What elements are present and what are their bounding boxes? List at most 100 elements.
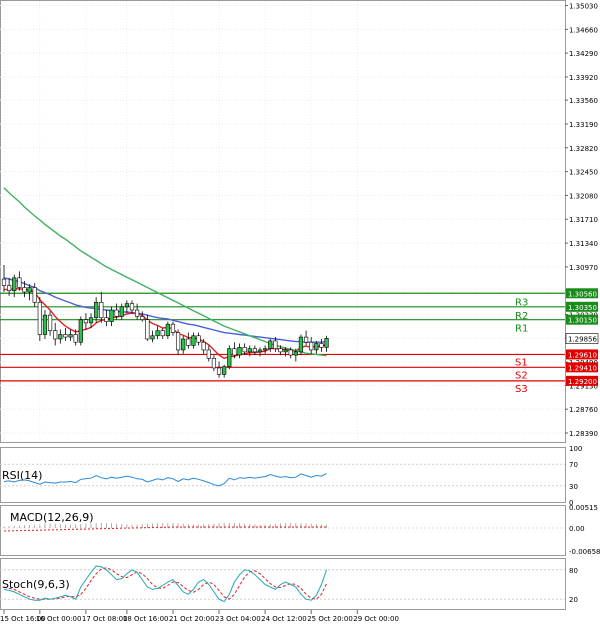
level-name-s3: S3 (515, 384, 528, 395)
candle-body (99, 301, 104, 319)
candle-body (73, 334, 78, 343)
candle-body (263, 348, 268, 351)
candle-body (216, 367, 222, 375)
candle-body (206, 349, 211, 359)
chart-canvas: 1.35030 1.34660 1.34290 1.33920 1.33560 1.331… (0, 0, 600, 623)
candle-body (186, 338, 191, 346)
candle-body (257, 349, 263, 353)
candle-body (22, 287, 27, 293)
macd-title: MACD(12,26,9) (10, 511, 94, 524)
macd-axis: 0.00515 0.00 -0.006584 (569, 504, 600, 556)
candle-body (247, 348, 252, 353)
price-tick-label: 1.33560 (569, 97, 598, 105)
candle-body (165, 323, 170, 337)
level-price-label: 1.29610 (568, 351, 597, 359)
candle-body (293, 351, 298, 356)
stoch-tick-label: 20 (569, 596, 578, 604)
macd-tick-label: 0.00515 (569, 504, 598, 512)
current-price-label: 1.29856 (568, 336, 597, 344)
candle-body (278, 348, 283, 353)
candle-body (160, 330, 165, 337)
rsi-tick-label: 100 (569, 445, 582, 453)
candle-body (237, 347, 242, 356)
candle-body (268, 340, 273, 349)
rsi-axis: 10070300 (569, 445, 582, 507)
candle-body (150, 335, 155, 340)
candle (37, 297, 42, 341)
candle-body (288, 349, 293, 356)
candle-body (191, 335, 196, 346)
candle (78, 316, 83, 346)
candle (227, 345, 232, 370)
candle-body (222, 366, 227, 375)
price-tick-label: 1.28760 (569, 406, 598, 414)
candle-body (12, 277, 17, 292)
candle-body (27, 287, 32, 293)
price-tick-label: 1.32450 (569, 169, 598, 177)
time-tick-label: 24 Oct 12:00 (261, 615, 307, 623)
candle-body (196, 335, 201, 343)
price-tick-label: 1.34660 (569, 26, 598, 34)
level-price-label: 1.29410 (568, 364, 597, 372)
candle-body (17, 277, 22, 288)
candle-body (232, 348, 237, 356)
price-tick-label: 1.33920 (569, 74, 598, 82)
candle-body (53, 330, 58, 340)
candle-body (129, 303, 135, 311)
level-name-r2: R2 (515, 311, 528, 322)
price-tick-label: 1.33190 (569, 121, 598, 129)
candle-body (68, 334, 73, 338)
candle-body (324, 338, 329, 348)
candle-body (319, 343, 324, 348)
rsi-panel (0, 447, 566, 503)
price-axis: 1.35030 1.34660 1.34290 1.33920 1.33560 1.331… (565, 3, 598, 438)
time-tick-label: 23 Oct 04:00 (215, 615, 261, 623)
candle-body (211, 358, 217, 369)
level-price-label: 1.29200 (568, 378, 597, 386)
candle-body (309, 341, 314, 351)
candle-body (181, 338, 186, 351)
price-tick-label: 1.30970 (569, 264, 598, 272)
level-price-label: 1.30150 (568, 317, 597, 325)
rsi-tick-label: 70 (569, 461, 578, 469)
candle-body (1, 278, 7, 286)
level-name-s2: S2 (515, 370, 528, 381)
macd-tick-label: 0.00 (569, 525, 585, 533)
price-tick-label: 1.35030 (569, 3, 598, 11)
candle-body (252, 348, 257, 353)
time-tick-label: 18 Oct 16:00 (123, 615, 169, 623)
candle (298, 334, 304, 356)
candle-body (32, 287, 37, 303)
level-price-label: 1.30560 (568, 290, 597, 298)
candle-body (298, 336, 304, 353)
time-tick-label: 21 Oct 20:00 (169, 615, 215, 623)
candle-body (124, 303, 129, 308)
candle-body (201, 341, 206, 351)
price-tick-label: 1.32080 (569, 192, 598, 200)
stoch-tick-label: 80 (569, 567, 578, 575)
stoch-panel (0, 558, 566, 610)
candle-body (94, 301, 99, 319)
level-name-r3: R3 (515, 297, 528, 308)
price-tick-label: 1.31340 (569, 240, 598, 248)
stoch-title: Stoch(9,6,3) (2, 578, 70, 591)
candle-body (58, 334, 63, 340)
candle-body (109, 309, 114, 322)
time-tick-label: 17 Oct 08:00 (82, 615, 128, 623)
candle-body (242, 347, 247, 353)
candle-body (283, 349, 288, 353)
candle-body (88, 317, 94, 324)
candle-body (227, 348, 232, 367)
price-tick-label: 1.31710 (569, 216, 598, 224)
candle-body (78, 319, 83, 343)
level-name-r1: R1 (515, 324, 528, 335)
candle-body (7, 285, 12, 292)
candle-body (42, 314, 48, 335)
candle-body (114, 309, 119, 317)
candle-body (37, 301, 42, 335)
candle-body (83, 319, 89, 324)
macd-tick-label: -0.006584 (569, 548, 600, 556)
candle-body (104, 317, 109, 322)
time-tick-label: 16 Oct 00:00 (36, 615, 82, 623)
candle-body (135, 309, 140, 317)
